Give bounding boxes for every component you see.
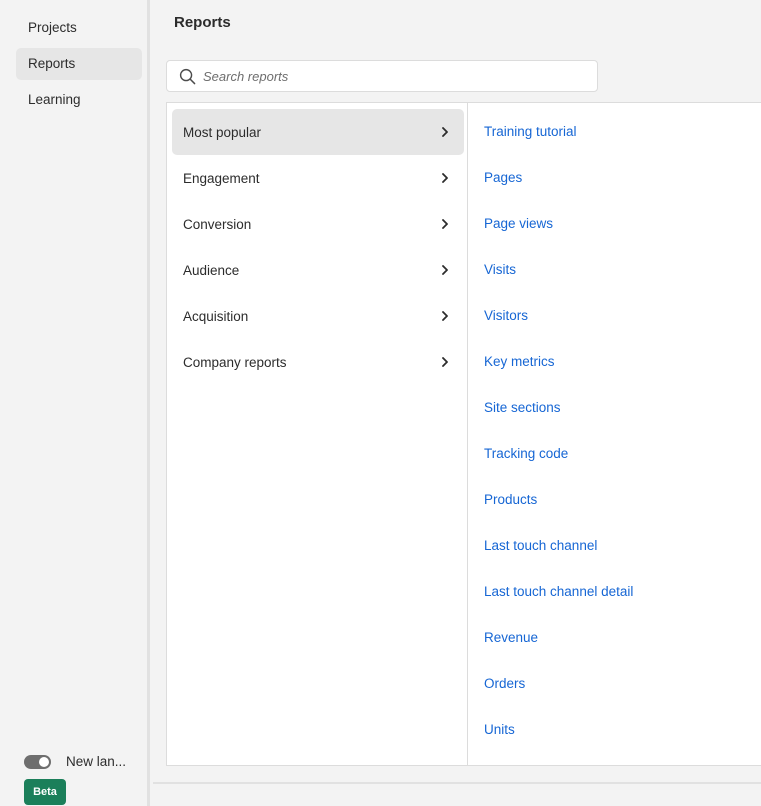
report-link[interactable]: Units — [484, 721, 515, 739]
search-icon — [179, 68, 196, 84]
sidebar-item-projects[interactable]: Projects — [16, 12, 142, 44]
report-link[interactable]: Revenue — [484, 629, 538, 647]
category-item[interactable]: Audience — [172, 247, 464, 293]
category-item[interactable]: Company reports — [172, 339, 464, 385]
category-label: Most popular — [183, 124, 262, 140]
report-link[interactable]: Key metrics — [484, 353, 555, 371]
category-label: Engagement — [183, 170, 260, 186]
report-link[interactable]: Last touch channel detail — [484, 583, 633, 601]
toggle-label: New lan... — [66, 754, 127, 769]
sidebar: Projects Reports Learning New lan... Bet… — [0, 0, 150, 806]
chevron-right-icon — [442, 127, 448, 137]
search-box — [166, 60, 598, 92]
category-list: Most popular Engagement Conversion Audience… — [167, 103, 468, 765]
new-language-toggle[interactable] — [24, 754, 51, 769]
search-input[interactable] — [203, 68, 583, 84]
report-link[interactable]: Last touch channel — [484, 537, 597, 555]
report-link[interactable]: Products — [484, 491, 537, 509]
report-link[interactable]: Pages — [484, 169, 522, 187]
new-language-toggle-row: New lan... — [24, 754, 126, 769]
beta-badge: Beta — [24, 779, 66, 805]
category-item[interactable]: Acquisition — [172, 293, 464, 339]
reports-panel: Most popular Engagement Conversion Audience… — [166, 102, 761, 766]
category-item[interactable]: Most popular — [172, 109, 464, 155]
report-link[interactable]: Page views — [484, 215, 553, 233]
category-label: Conversion — [183, 216, 252, 232]
chevron-right-icon — [442, 173, 448, 183]
bottom-divider — [153, 782, 761, 784]
report-link[interactable]: Training tutorial — [484, 123, 577, 141]
page-title: Reports — [174, 14, 231, 31]
report-link[interactable]: Visits — [484, 261, 516, 279]
report-link[interactable]: Site sections — [484, 399, 561, 417]
chevron-right-icon — [442, 219, 448, 229]
report-link[interactable]: Visitors — [484, 307, 528, 325]
chevron-right-icon — [442, 357, 448, 367]
category-item[interactable]: Conversion — [172, 201, 464, 247]
chevron-right-icon — [442, 311, 448, 321]
category-label: Acquisition — [183, 308, 249, 324]
category-label: Company reports — [183, 354, 287, 370]
chevron-right-icon — [442, 265, 448, 275]
category-label: Audience — [183, 262, 240, 278]
sidebar-item-reports[interactable]: Reports — [16, 48, 142, 80]
report-link[interactable]: Orders — [484, 675, 525, 693]
category-item[interactable]: Engagement — [172, 155, 464, 201]
report-link[interactable]: Tracking code — [484, 445, 568, 463]
sidebar-item-learning[interactable]: Learning — [16, 84, 142, 116]
